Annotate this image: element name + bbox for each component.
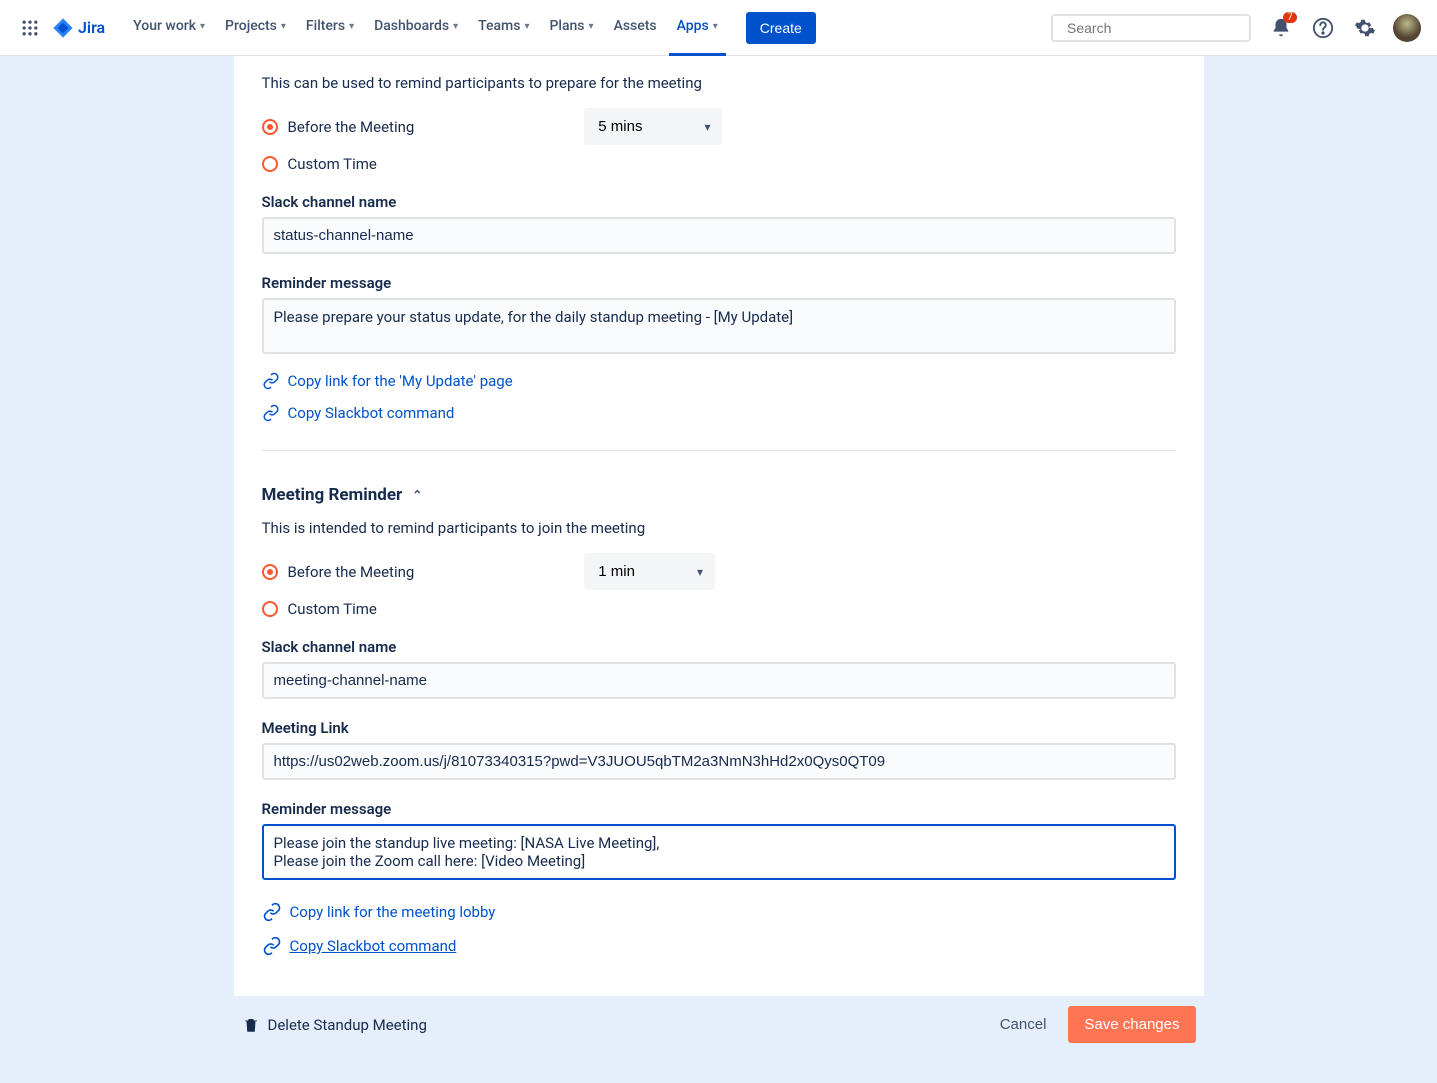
- nav-plans[interactable]: Plans▾: [541, 0, 601, 56]
- prep-slack-input[interactable]: [262, 217, 1176, 254]
- link-icon: [262, 902, 282, 922]
- prep-help-text: This can be used to remind participants …: [262, 74, 1176, 92]
- link-icon: [262, 372, 280, 390]
- chevron-down-icon: ▾: [349, 21, 354, 32]
- link-icon: [262, 404, 280, 422]
- save-changes-button[interactable]: Save changes: [1068, 1006, 1195, 1043]
- prep-msg-textarea[interactable]: [262, 298, 1176, 354]
- meeting-custom-label: Custom Time: [288, 600, 377, 618]
- meeting-copy-lobby-link[interactable]: Copy link for the meeting lobby: [262, 902, 1176, 922]
- nav-teams[interactable]: Teams▾: [470, 0, 537, 56]
- meeting-msg-textarea[interactable]: [262, 824, 1176, 880]
- meeting-section-toggle[interactable]: Meeting Reminder ⌃: [262, 485, 1176, 505]
- meeting-before-radio[interactable]: [262, 564, 278, 580]
- meeting-help-text: This is intended to remind participants …: [262, 519, 1176, 537]
- logo-text: Jira: [78, 18, 105, 37]
- search-input[interactable]: [1067, 20, 1248, 36]
- meeting-copy-slackbot-link[interactable]: Copy Slackbot command: [262, 936, 1176, 956]
- chevron-down-icon: ▾: [453, 21, 458, 32]
- prep-before-label: Before the Meeting: [288, 118, 415, 136]
- prep-msg-label: Reminder message: [262, 274, 1176, 292]
- chevron-down-icon: ▾: [524, 21, 529, 32]
- cancel-button[interactable]: Cancel: [986, 1008, 1061, 1041]
- prep-before-radio[interactable]: [262, 119, 278, 135]
- nav-projects[interactable]: Projects▾: [217, 0, 294, 56]
- delete-standup-button[interactable]: Delete Standup Meeting: [242, 1016, 427, 1034]
- chevron-down-icon: ▾: [713, 21, 718, 32]
- jira-logo[interactable]: Jira: [52, 17, 105, 39]
- chevron-up-icon: ⌃: [412, 488, 422, 502]
- meeting-reminder-section: Meeting Reminder ⌃ This is intended to r…: [262, 471, 1176, 956]
- search-box[interactable]: [1051, 14, 1251, 42]
- meeting-custom-radio[interactable]: [262, 601, 278, 617]
- jira-logo-icon: [52, 17, 74, 39]
- chevron-down-icon: ▾: [589, 21, 594, 32]
- settings-panel: This can be used to remind participants …: [234, 56, 1204, 996]
- meeting-slack-label: Slack channel name: [262, 638, 1176, 656]
- notification-badge: 7: [1283, 12, 1297, 23]
- prep-slack-label: Slack channel name: [262, 193, 1176, 211]
- nav-items: Your work▾ Projects▾ Filters▾ Dashboards…: [125, 0, 726, 56]
- meeting-link-input[interactable]: [262, 743, 1176, 780]
- notifications-icon[interactable]: 7: [1267, 14, 1295, 42]
- app-switcher-icon[interactable]: [16, 14, 44, 42]
- meeting-time-select[interactable]: 1 min: [584, 553, 715, 590]
- link-icon: [262, 936, 282, 956]
- meeting-before-label: Before the Meeting: [288, 563, 415, 581]
- trash-icon: [242, 1016, 260, 1034]
- divider: [262, 450, 1176, 451]
- meeting-slack-input[interactable]: [262, 662, 1176, 699]
- meeting-section-title: Meeting Reminder: [262, 485, 403, 505]
- prep-custom-radio[interactable]: [262, 156, 278, 172]
- prep-time-select[interactable]: 5 mins: [584, 108, 722, 145]
- top-nav: Jira Your work▾ Projects▾ Filters▾ Dashb…: [0, 0, 1437, 56]
- chevron-down-icon: ▾: [200, 21, 205, 32]
- create-button[interactable]: Create: [746, 12, 816, 44]
- chevron-down-icon: ▾: [281, 21, 286, 32]
- footer-actions: Delete Standup Meeting Cancel Save chang…: [234, 1006, 1204, 1043]
- nav-assets[interactable]: Assets: [606, 0, 665, 56]
- nav-apps[interactable]: Apps▾: [669, 0, 726, 56]
- meeting-link-label: Meeting Link: [262, 719, 1176, 737]
- nav-your-work[interactable]: Your work▾: [125, 0, 213, 56]
- prep-copy-slackbot-link[interactable]: Copy Slackbot command: [262, 404, 1176, 422]
- user-avatar[interactable]: [1393, 14, 1421, 42]
- prep-custom-label: Custom Time: [288, 155, 377, 173]
- nav-dashboards[interactable]: Dashboards▾: [366, 0, 466, 56]
- help-icon[interactable]: [1309, 14, 1337, 42]
- meeting-msg-label: Reminder message: [262, 800, 1176, 818]
- prep-reminder-section: This can be used to remind participants …: [262, 56, 1176, 422]
- nav-filters[interactable]: Filters▾: [298, 0, 362, 56]
- prep-copy-myupdate-link[interactable]: Copy link for the 'My Update' page: [262, 372, 1176, 390]
- settings-icon[interactable]: [1351, 14, 1379, 42]
